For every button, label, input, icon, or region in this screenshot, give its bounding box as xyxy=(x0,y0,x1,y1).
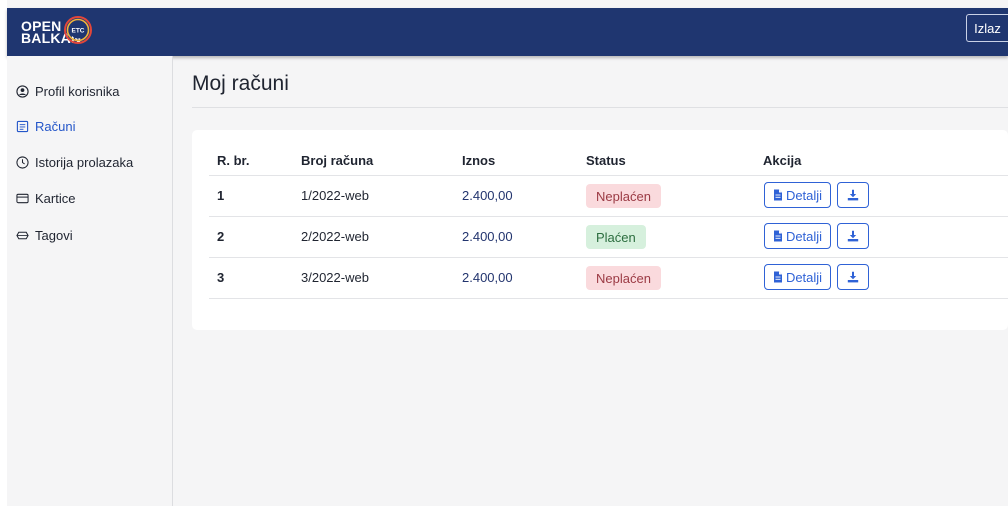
row-divider xyxy=(209,298,1008,299)
document-icon xyxy=(773,230,782,242)
status-badge: Neplaćen xyxy=(586,184,661,208)
download-button[interactable] xyxy=(837,223,869,249)
user-circle-icon xyxy=(16,84,29,98)
sidebar-item-pass-history[interactable]: Istorija prolazaka xyxy=(16,152,133,172)
clock-icon xyxy=(16,155,29,169)
column-header-amount: Iznos xyxy=(462,153,496,168)
invoice-number: 1/2022-web xyxy=(301,188,369,203)
details-button[interactable]: Detalji xyxy=(764,182,831,208)
tag-icon xyxy=(16,231,29,239)
window-edge xyxy=(0,0,7,506)
details-button[interactable]: Detalji xyxy=(764,223,831,249)
sidebar: Profil korisnika Računi Istorija prolaza… xyxy=(7,56,173,506)
sidebar-item-tags[interactable]: Tagovi xyxy=(16,225,73,245)
download-button[interactable] xyxy=(837,264,869,290)
logout-button[interactable]: Izlaz xyxy=(966,14,1008,42)
open-balkan-logo[interactable]: OPEN BALKAN ETC xyxy=(21,14,92,50)
download-icon xyxy=(847,271,859,283)
column-header-number: R. br. xyxy=(217,153,250,168)
invoice-amount: 2.400,00 xyxy=(462,229,513,244)
document-icon xyxy=(773,189,782,201)
status-badge: Neplaćen xyxy=(586,266,661,290)
sidebar-item-label: Istorija prolazaka xyxy=(35,154,134,170)
row-number: 1 xyxy=(217,188,225,203)
invoice-amount: 2.400,00 xyxy=(462,188,513,203)
details-button[interactable]: Detalji xyxy=(764,264,831,290)
sidebar-item-label: Profil korisnika xyxy=(35,83,120,99)
row-divider xyxy=(209,216,1008,217)
document-icon xyxy=(773,271,782,283)
etc-logo-icon: ETC xyxy=(64,16,92,44)
column-header-action: Akcija xyxy=(763,153,802,168)
download-icon xyxy=(847,230,859,242)
invoice-number: 3/2022-web xyxy=(301,270,369,285)
invoice-amount: 2.400,00 xyxy=(462,270,513,285)
logo-badge-text: ETC xyxy=(72,28,85,35)
details-button-label: Detalji xyxy=(785,187,823,203)
details-button-label: Detalji xyxy=(785,269,823,285)
sidebar-item-invoices[interactable]: Računi xyxy=(16,116,75,136)
page-title: Moj računi xyxy=(192,72,289,95)
column-header-status: Status xyxy=(586,153,626,168)
main-content: Moj računi R. br. Broj računa Iznos Stat… xyxy=(173,56,1008,506)
sidebar-item-label: Kartice xyxy=(35,190,76,206)
sidebar-item-label: Tagovi xyxy=(35,227,73,243)
row-number: 3 xyxy=(217,270,225,285)
header-divider xyxy=(209,175,1008,176)
status-badge: Plaćen xyxy=(586,225,646,249)
sidebar-item-profile[interactable]: Profil korisnika xyxy=(16,81,120,101)
download-button[interactable] xyxy=(837,182,869,208)
invoices-table-card: R. br. Broj računa Iznos Status Akcija 1… xyxy=(192,130,1008,330)
invoice-number: 2/2022-web xyxy=(301,229,369,244)
sidebar-item-label: Računi xyxy=(35,118,76,134)
top-navbar: OPEN BALKAN ETC Izlaz xyxy=(7,8,1008,56)
sidebar-item-cards[interactable]: Kartice xyxy=(16,188,75,208)
column-header-invoice: Broj računa xyxy=(301,153,374,168)
row-divider xyxy=(209,257,1008,258)
download-icon xyxy=(847,189,859,201)
credit-card-icon xyxy=(16,193,29,203)
receipt-icon xyxy=(16,120,29,132)
row-number: 2 xyxy=(217,229,225,244)
title-divider xyxy=(192,107,1008,108)
details-button-label: Detalji xyxy=(785,228,823,244)
